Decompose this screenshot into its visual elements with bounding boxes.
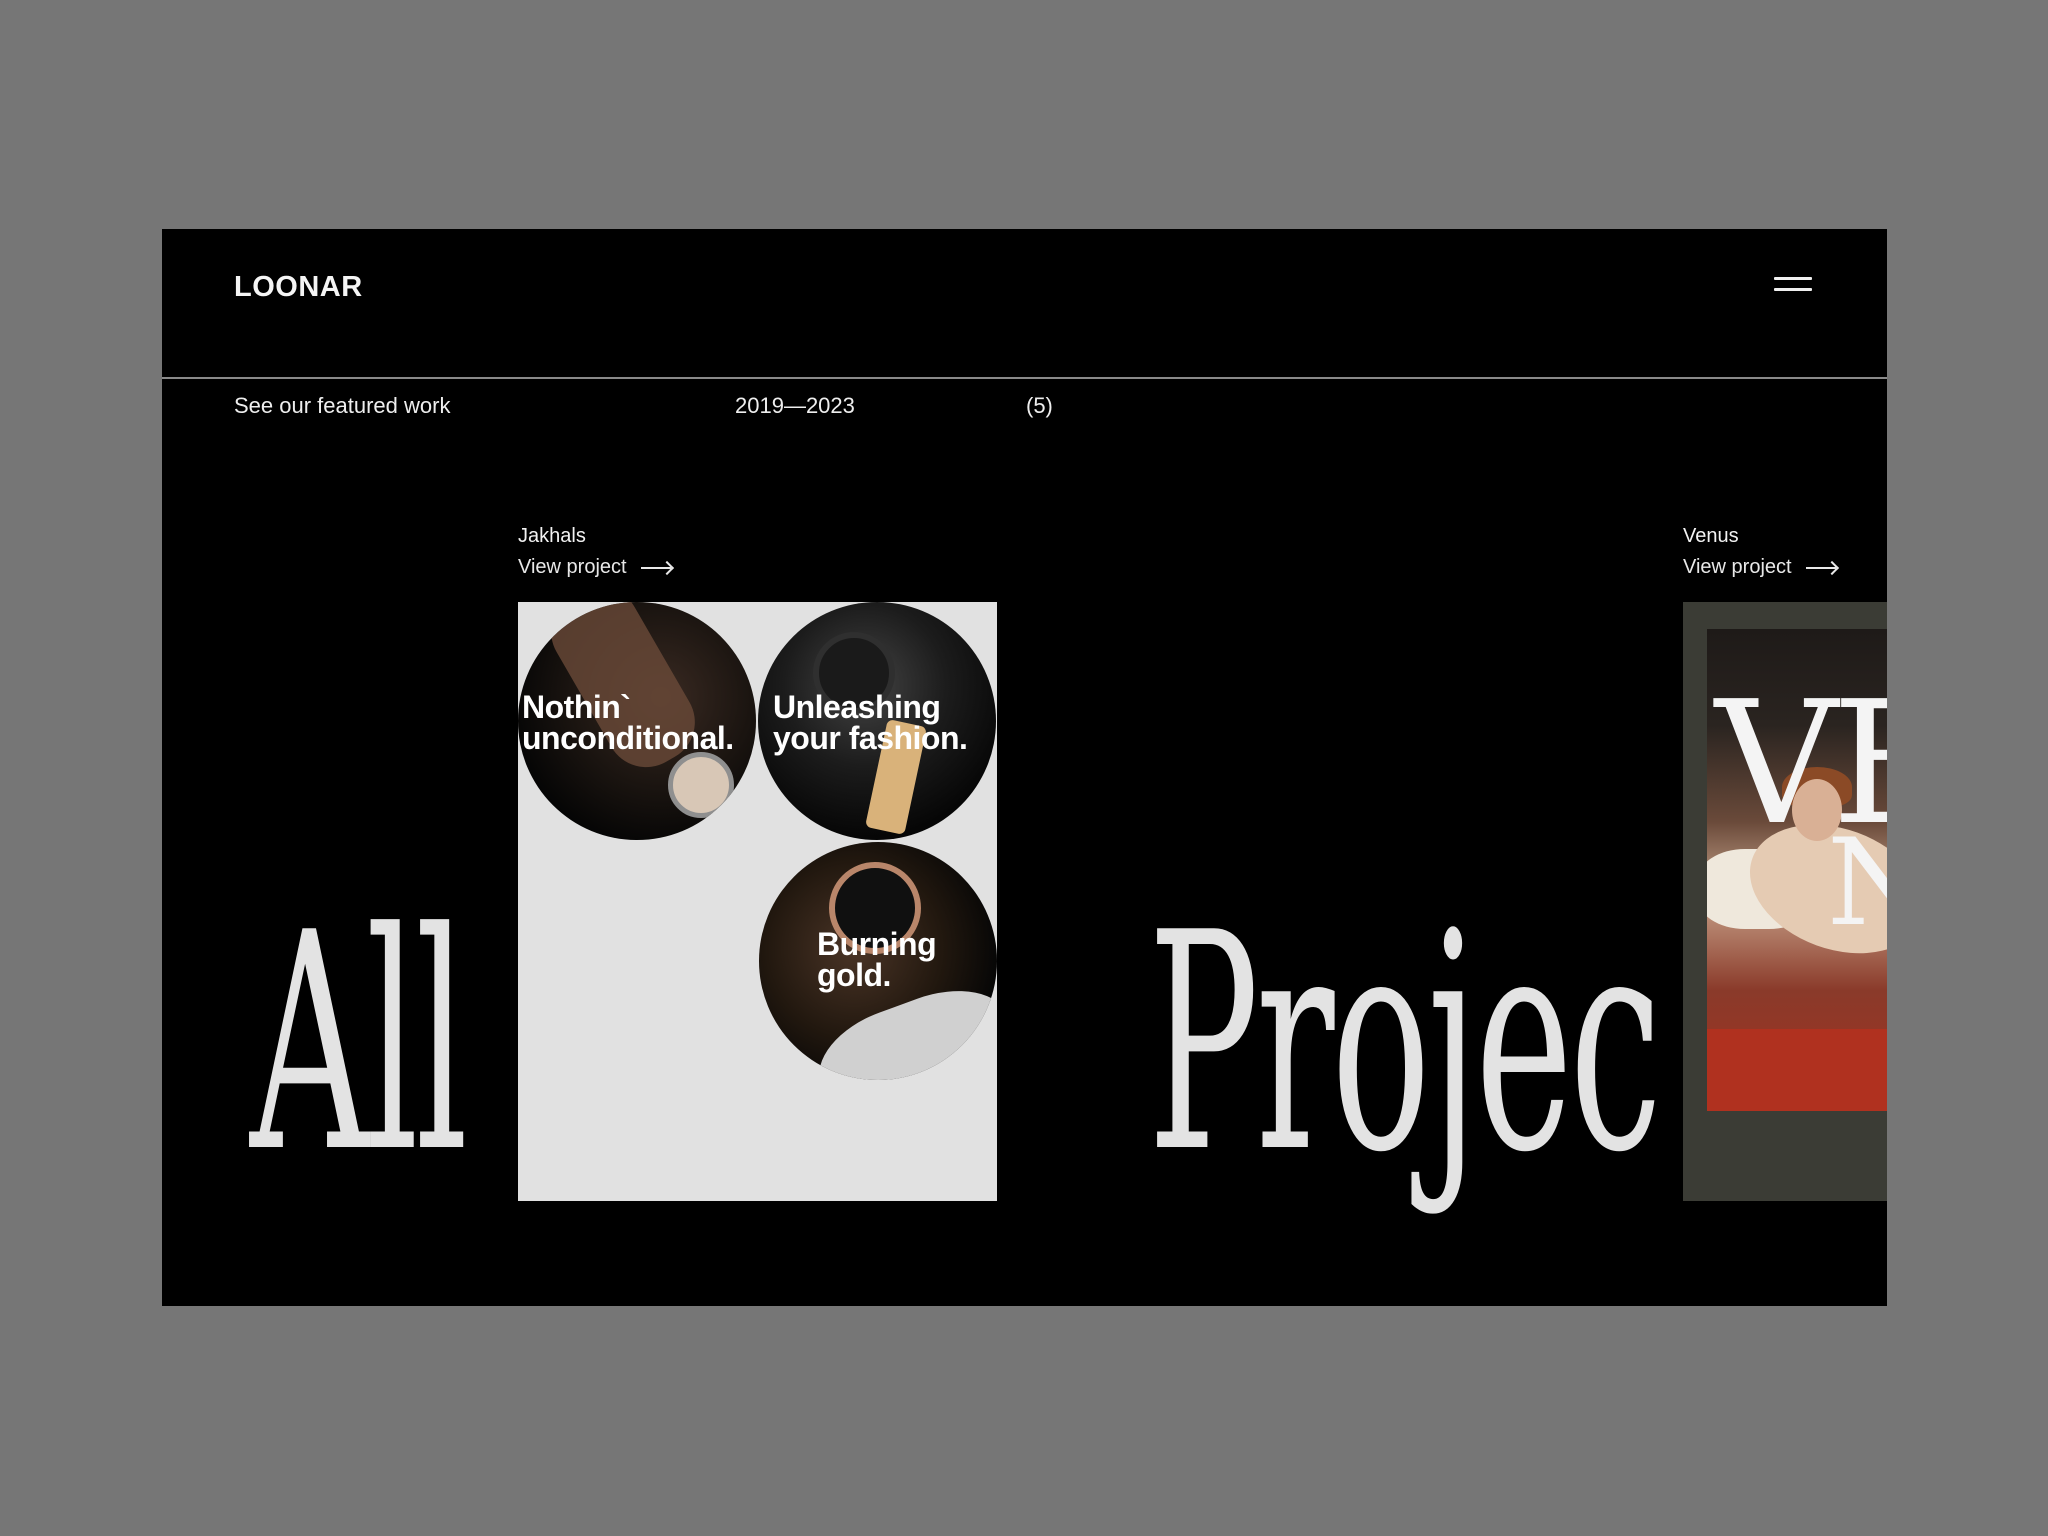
header-divider (162, 377, 1887, 379)
project-title-jakhals: Jakhals (518, 525, 586, 547)
view-project-label: View project (518, 556, 627, 578)
project-card-jakhals[interactable]: Nothin` unconditional. Unleashing your f… (518, 602, 997, 1201)
view-project-link-venus[interactable]: View project (1683, 556, 1836, 579)
caption-line: gold. (817, 957, 891, 993)
headline-projects: Projec (1148, 869, 1662, 1218)
view-project-link-jakhals[interactable]: View project (518, 556, 671, 579)
caption-line: your fashion. (773, 720, 968, 756)
years-range: 2019—2023 (735, 393, 855, 418)
project-title-venus: Venus (1683, 525, 1739, 547)
hamburger-menu-icon[interactable] (1774, 277, 1812, 295)
headline-all: All (250, 869, 468, 1218)
menu-line-top (1774, 277, 1812, 280)
image-caption: Burning gold. (817, 928, 937, 993)
view-project-label: View project (1683, 556, 1792, 578)
watch-icon (668, 752, 734, 818)
venus-painting-image: VE N (1707, 629, 1887, 1111)
featured-work-label: See our featured work (234, 393, 451, 418)
logo[interactable]: LOONAR (234, 271, 363, 304)
arrow-right-icon (640, 566, 671, 569)
cushion-shape (1707, 1029, 1887, 1111)
project-count: (5) (1026, 393, 1053, 418)
menu-line-bottom (1774, 288, 1812, 291)
project-card-venus[interactable]: VE N (1683, 602, 1887, 1201)
image-caption: Unleashing your fashion. (773, 691, 968, 756)
caption-line: unconditional. (522, 720, 734, 756)
venus-overlay-text-small: N (1827, 814, 1887, 953)
site-frame: LOONAR See our featured work 2019—2023 (… (162, 229, 1887, 1306)
image-caption: Nothin` unconditional. (522, 691, 734, 756)
arrow-right-icon (1805, 566, 1836, 569)
